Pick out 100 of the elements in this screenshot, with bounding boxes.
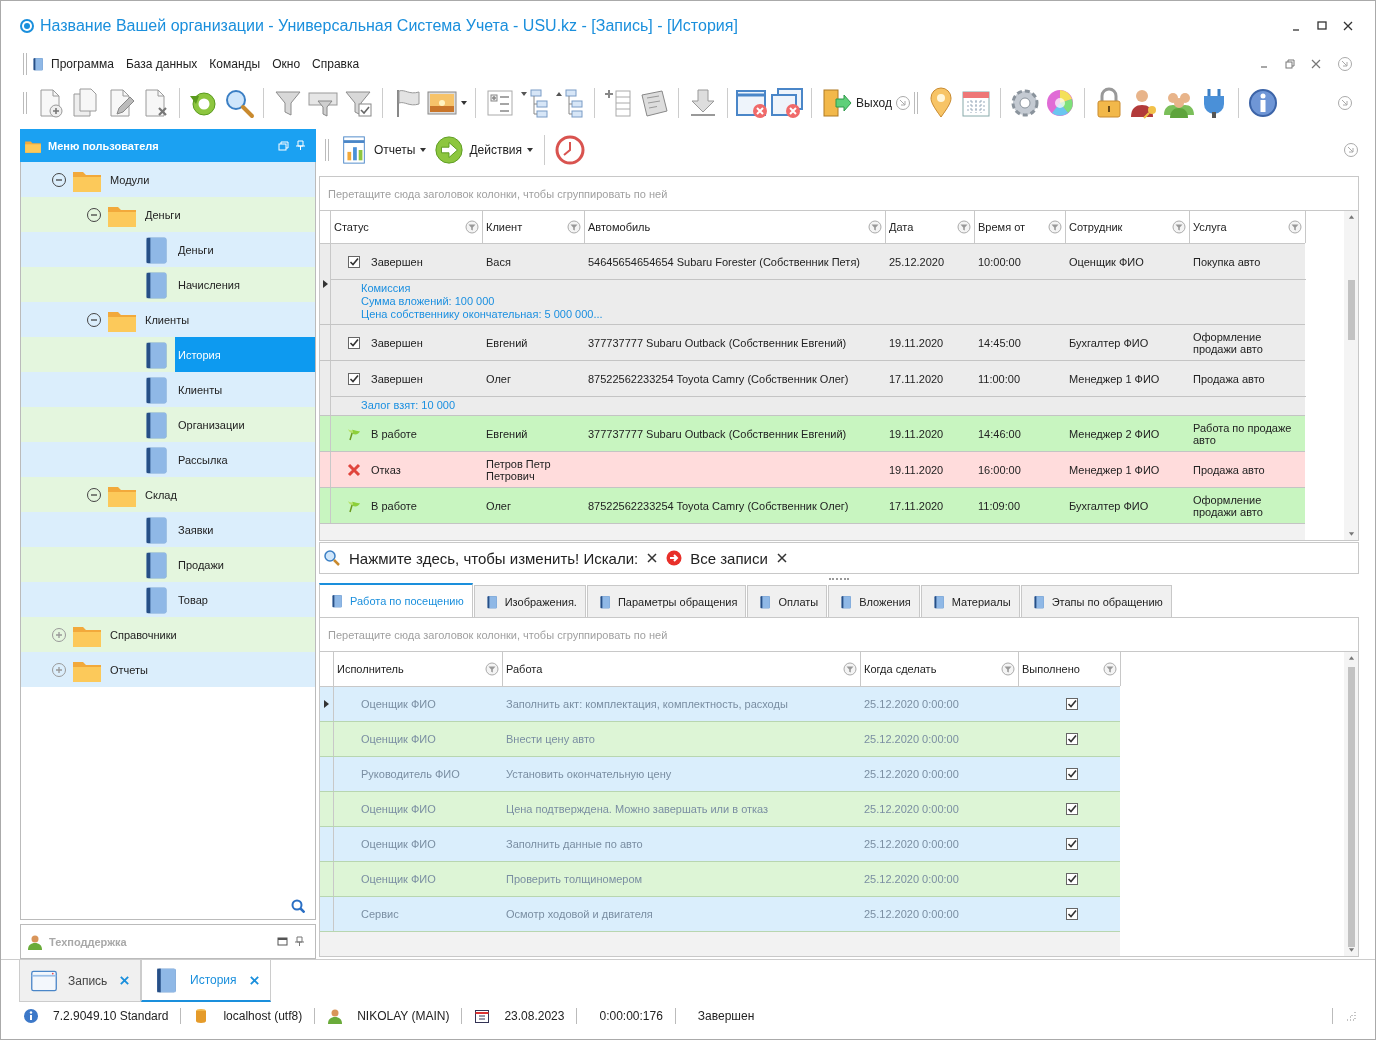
column-header[interactable]: Клиент xyxy=(483,211,585,243)
tab[interactable]: Работа по посещению xyxy=(319,583,473,617)
checked-checkbox-icon[interactable] xyxy=(1064,837,1079,851)
minus-circle-icon[interactable] xyxy=(86,206,102,223)
close-icon[interactable] xyxy=(775,552,788,564)
filter-icon[interactable] xyxy=(485,662,499,676)
close-window-icon[interactable] xyxy=(736,87,768,119)
document-tab[interactable]: Запись xyxy=(19,960,141,1002)
column-header[interactable]: Сотрудник xyxy=(1066,211,1190,243)
column-header[interactable]: Когда сделать xyxy=(861,652,1019,686)
table-row[interactable]: В работе Евгений 377737777 Subaru Outback (Собственник Евгений) 19.11.2020 14:46:00 Менеджер 2 ФИО Работа по продаже авто xyxy=(320,416,1305,452)
customize-icon[interactable] xyxy=(1337,95,1353,111)
filter-icon[interactable] xyxy=(868,220,882,234)
close-all-windows-icon[interactable] xyxy=(771,87,803,119)
checked-checkbox-icon[interactable] xyxy=(1064,732,1079,746)
close-icon[interactable] xyxy=(646,552,659,564)
plus-circle-icon[interactable] xyxy=(51,626,67,643)
scroll-up-icon[interactable] xyxy=(1347,214,1355,220)
table-row[interactable]: В работе Олег 87522562233254 Toyota Camry (Собственник Олег) 17.11.2020 11:09:00 Бухгалтер ФИО Оформление продажи авто xyxy=(320,488,1305,524)
column-header[interactable]: Работа xyxy=(503,652,861,686)
table-cell: Заполнить акт: комплектация, комплектность, расходы xyxy=(506,698,788,710)
column-header[interactable]: Выполнено xyxy=(1019,652,1121,686)
resize-grip-icon[interactable] xyxy=(1345,1010,1357,1022)
scrollbar[interactable] xyxy=(1344,652,1358,956)
tab[interactable]: Параметры обращения xyxy=(586,585,747,617)
filter-icon[interactable] xyxy=(1172,220,1186,234)
menu-item[interactable]: Справка xyxy=(306,57,366,71)
filter-icon[interactable] xyxy=(465,220,479,234)
caret-icon[interactable] xyxy=(461,101,467,105)
table-row[interactable]: Завершен Вася 54645654654654 Subaru Forester (Собственник Петя) 25.12.2020 10:00:00 Оценщик ФИО Покупка авто Комиссия Сумма вложений: 100 000 Цена собственнику окончательная: 5 000 000... xyxy=(320,244,1305,325)
customize-icon[interactable] xyxy=(1343,142,1359,158)
filter-icon[interactable] xyxy=(567,220,581,234)
notes-icon[interactable] xyxy=(638,87,670,119)
maximize-icon[interactable] xyxy=(277,936,288,947)
column-header[interactable]: Услуга xyxy=(1190,211,1306,243)
table-cell: Оценщик ФИО xyxy=(361,733,436,745)
search-icon[interactable] xyxy=(323,549,341,567)
tree-down-icon[interactable] xyxy=(519,87,551,119)
menu-item[interactable]: База данных xyxy=(119,57,204,71)
tab[interactable]: Вложения xyxy=(828,585,920,617)
filter-icon[interactable] xyxy=(957,220,971,234)
tab[interactable]: Этапы по обращению xyxy=(1020,585,1172,617)
info-icon[interactable] xyxy=(1246,87,1279,119)
checked-checkbox-icon[interactable] xyxy=(1064,872,1079,886)
pin-icon[interactable] xyxy=(294,936,305,947)
column-header[interactable]: Исполнитель xyxy=(334,652,503,686)
expand-rows-icon[interactable] xyxy=(484,87,516,119)
column-label: Автомобиль xyxy=(588,221,651,233)
scroll-thumb[interactable] xyxy=(1347,280,1355,340)
table-row[interactable]: Отказ Петров Петр Петрович 19.11.2020 16:00:00 Менеджер 1 ФИО Продажа авто xyxy=(320,452,1305,488)
checked-checkbox-icon[interactable] xyxy=(1064,767,1079,781)
find-prompt[interactable]: Нажмите здесь, чтобы изменить! Искали: xyxy=(349,549,639,567)
scroll-down-icon[interactable] xyxy=(1347,531,1355,537)
checked-checkbox-icon[interactable] xyxy=(1064,697,1079,711)
tab[interactable]: Изображения. xyxy=(473,585,586,617)
tab[interactable]: Оплаты xyxy=(747,585,828,617)
checked-checkbox-icon[interactable] xyxy=(1064,802,1079,816)
table-cell: 25.12.2020 0:00:00 xyxy=(864,873,959,885)
restore-icon[interactable] xyxy=(1285,59,1295,69)
toolbar-button[interactable]: Отчеты xyxy=(337,133,429,167)
table-row[interactable]: Завершен Евгений 377737777 Subaru Outback (Собственник Евгений) 19.11.2020 14:45:00 Бухгалтер ФИО Оформление продажи авто xyxy=(320,325,1305,361)
search-icon[interactable] xyxy=(291,899,305,913)
table-cell: Менеджер 2 ФИО xyxy=(1069,427,1160,440)
float-icon[interactable] xyxy=(278,140,289,151)
scrollbar[interactable] xyxy=(1344,211,1358,540)
column-header[interactable]: Автомобиль xyxy=(585,211,886,243)
minus-circle-icon[interactable] xyxy=(51,171,67,188)
table-cell: 17.11.2020 xyxy=(889,372,944,385)
filter-icon[interactable] xyxy=(1001,662,1015,676)
clock-icon[interactable] xyxy=(554,134,587,166)
filter-icon[interactable] xyxy=(1288,220,1302,234)
menu-item[interactable]: Окно xyxy=(266,57,307,71)
close-icon[interactable] xyxy=(1343,21,1353,31)
table-cell: Оценщик ФИО xyxy=(361,803,436,815)
search-icon[interactable] xyxy=(223,87,255,119)
table-cell: 25.12.2020 0:00:00 xyxy=(864,838,959,850)
tree-up-icon[interactable] xyxy=(554,87,586,119)
column-header[interactable]: Дата xyxy=(886,211,975,243)
tab[interactable]: Материалы xyxy=(920,585,1020,617)
customize-icon[interactable] xyxy=(1337,56,1353,72)
minus-circle-icon[interactable] xyxy=(86,486,102,503)
customize-icon[interactable] xyxy=(894,95,911,111)
plus-circle-icon[interactable] xyxy=(51,661,67,678)
table-row[interactable]: Завершен Олег 87522562233254 Toyota Camry (Собственник Олег) 17.11.2020 11:00:00 Менеджер 1 ФИО Продажа авто Залог взят: 10 000 xyxy=(320,361,1305,416)
filter-icon[interactable] xyxy=(843,662,857,676)
toolbar-button[interactable]: Действия xyxy=(432,133,536,167)
document-tab[interactable]: История xyxy=(141,960,271,1002)
maximize-icon[interactable] xyxy=(1317,21,1327,31)
minus-circle-icon[interactable] xyxy=(86,311,102,328)
exit-button[interactable]: Выход xyxy=(820,87,892,119)
column-header[interactable]: Время от xyxy=(975,211,1066,243)
checked-checkbox-icon[interactable] xyxy=(1064,907,1079,921)
filter-icon[interactable] xyxy=(1048,220,1062,234)
scroll-thumb[interactable] xyxy=(1347,667,1355,947)
filter-icon[interactable] xyxy=(1103,662,1117,676)
column-header[interactable]: Статус xyxy=(331,211,483,243)
scroll-up-icon[interactable] xyxy=(1347,655,1355,661)
menu-item[interactable]: Программа xyxy=(45,57,120,71)
menu-item[interactable]: Команды xyxy=(203,57,267,71)
status-text: В работе xyxy=(371,427,417,440)
